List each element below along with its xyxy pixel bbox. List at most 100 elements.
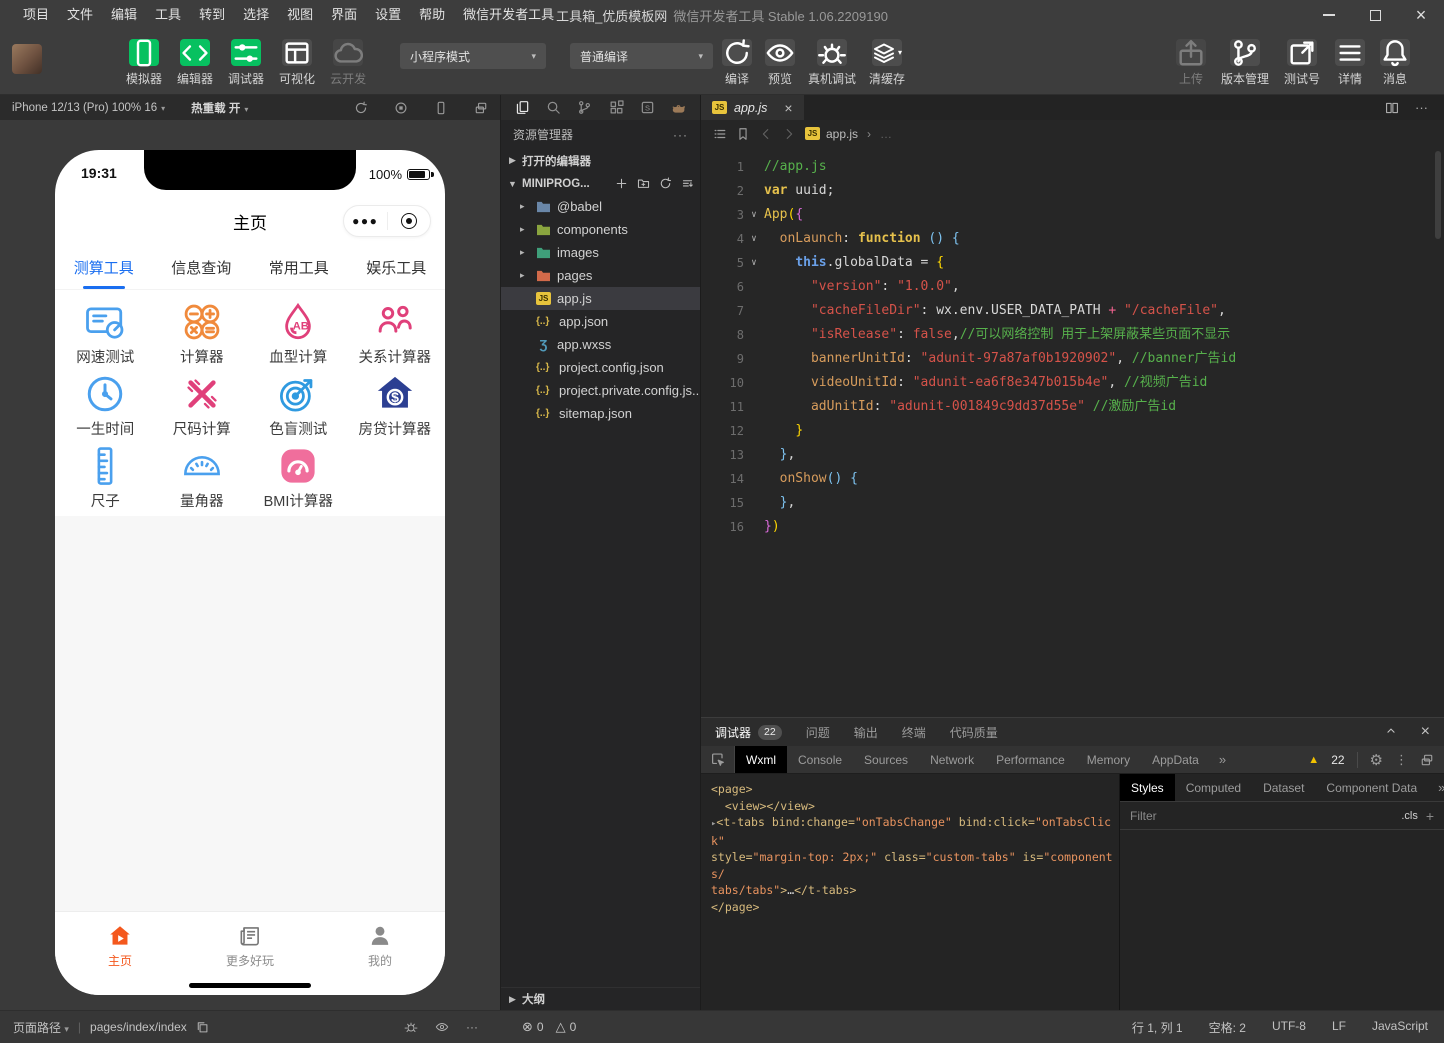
refresh-icon[interactable] <box>659 177 672 190</box>
open-editors-section[interactable]: ▶ 打开的编辑器 <box>501 149 700 172</box>
menu-item-5[interactable]: 选择 <box>234 0 278 30</box>
phone-icon[interactable] <box>434 101 448 115</box>
page-path-selector[interactable]: 页面路径 ▾ <box>13 1019 69 1036</box>
outline-list-icon[interactable] <box>713 127 727 141</box>
tool-item-ruler[interactable]: 尺子 <box>57 442 154 514</box>
collapse-panel-icon[interactable] <box>1385 725 1397 740</box>
eye-icon[interactable] <box>435 1020 449 1034</box>
tree-item-pages[interactable]: ▸pages <box>501 264 700 287</box>
close-button[interactable]: × <box>1398 0 1444 30</box>
bug-icon[interactable] <box>404 1020 418 1034</box>
editor-tab-appjs[interactable]: JS app.js × <box>701 95 804 120</box>
menu-item-6[interactable]: 视图 <box>278 0 322 30</box>
search-icon[interactable] <box>546 100 561 115</box>
toolbar-button-eye[interactable]: 预览 <box>765 39 795 87</box>
maximize-button[interactable] <box>1352 0 1398 30</box>
record-icon[interactable] <box>394 101 408 115</box>
tool-item-bmi[interactable]: BMI计算器 <box>250 442 347 514</box>
files-icon[interactable] <box>515 100 530 115</box>
tool-item-protractor[interactable]: 量角器 <box>154 442 251 514</box>
filter-input[interactable]: Filter <box>1130 809 1157 823</box>
teapot-icon[interactable] <box>671 100 686 115</box>
menu-item-10[interactable]: 微信开发者工具 <box>454 0 563 30</box>
tree-item-project.private.config.js...[interactable]: {..}project.private.config.js... <box>501 379 700 402</box>
plus-icon[interactable] <box>615 177 628 190</box>
tool-item-speed[interactable]: 网速测试 <box>57 298 154 370</box>
more-actions-icon[interactable]: ··· <box>673 128 688 142</box>
tool-item-relation[interactable]: 关系计算器 <box>347 298 444 370</box>
toolbar-button-layers[interactable]: ▾清缓存 <box>869 39 905 87</box>
hot-reload-toggle[interactable]: 热重载 开▾ <box>191 100 248 116</box>
status-more-icon[interactable]: ··· <box>466 1020 478 1034</box>
styles-tab-Styles[interactable]: Styles <box>1120 774 1175 801</box>
capsule-close-target[interactable] <box>388 213 431 229</box>
device-selector[interactable]: iPhone 12/13 (Pro) 100% 16▾ <box>12 102 165 114</box>
sbox-icon[interactable]: S <box>640 100 655 115</box>
kebab-menu-icon[interactable]: ⋮ <box>1395 752 1408 768</box>
copy-icon[interactable] <box>196 1021 209 1034</box>
navigate-back-icon[interactable] <box>759 127 773 141</box>
refresh-icon[interactable] <box>354 101 368 115</box>
menu-item-7[interactable]: 界面 <box>322 0 366 30</box>
more-dots-icon[interactable]: ●●● <box>344 214 387 228</box>
editor-scrollbar[interactable] <box>1435 151 1441 239</box>
branch-icon[interactable] <box>577 100 592 115</box>
fold-icon[interactable]: ∨ <box>744 251 764 275</box>
toolbar-button-bell[interactable]: 消息 <box>1380 39 1410 87</box>
undock-icon[interactable] <box>1420 753 1434 767</box>
toolbar-button-phone[interactable]: 模拟器 <box>126 39 162 87</box>
avatar[interactable] <box>12 44 42 74</box>
toolbar-button-sliders[interactable]: 调试器 <box>228 39 264 87</box>
status-item-0[interactable]: 行 1, 列 1 <box>1132 1019 1183 1036</box>
breadcrumb-more[interactable]: … <box>880 127 892 141</box>
tree-item-app.json[interactable]: {..}app.json <box>501 310 700 333</box>
tree-item-app.js[interactable]: JSapp.js <box>501 287 700 310</box>
tool-item-blood[interactable]: AB血型计算 <box>250 298 347 370</box>
devtools-tab-Console[interactable]: Console <box>787 746 853 773</box>
category-tab-2[interactable]: 常用工具 <box>250 246 348 289</box>
cascade-icon[interactable] <box>474 101 488 115</box>
devtools-tab-Wxml[interactable]: Wxml <box>735 746 787 773</box>
toolbar-button-layout[interactable]: 可视化 <box>279 39 315 87</box>
tree-item-components[interactable]: ▸components <box>501 218 700 241</box>
breadcrumb-file-label[interactable]: app.js <box>826 127 858 141</box>
tool-item-target[interactable]: 色盲测试 <box>250 370 347 442</box>
debugger-tab-调试器[interactable]: 调试器22 <box>715 724 782 741</box>
debugger-tab-输出[interactable]: 输出 <box>854 724 878 741</box>
tree-item-app.wxss[interactable]: Ʒapp.wxss <box>501 333 700 356</box>
menu-item-1[interactable]: 文件 <box>58 0 102 30</box>
wxml-tree-view[interactable]: <page> <view></view>▸<t-tabs bind:change… <box>701 774 1119 1010</box>
tool-item-clock[interactable]: 一生时间 <box>57 370 154 442</box>
tree-item-images[interactable]: ▸images <box>501 241 700 264</box>
project-section[interactable]: ▼ MINIPROG... <box>501 172 700 195</box>
toolbar-button-branch[interactable]: 版本管理 <box>1221 39 1269 87</box>
gear-icon[interactable]: ⚙ <box>1370 751 1383 769</box>
toolbar-button-code[interactable]: 编辑器 <box>177 39 213 87</box>
menu-item-2[interactable]: 编辑 <box>102 0 146 30</box>
minimize-button[interactable] <box>1306 0 1352 30</box>
editor-more-icon[interactable]: ··· <box>1415 100 1428 115</box>
ext-icon[interactable] <box>609 100 624 115</box>
bookmark-icon[interactable] <box>736 127 750 141</box>
add-style-icon[interactable]: + <box>1426 808 1434 824</box>
fold-icon[interactable]: ∨ <box>744 203 764 227</box>
status-item-4[interactable]: JavaScript <box>1372 1019 1428 1036</box>
tool-item-size[interactable]: 尺码计算 <box>154 370 251 442</box>
navigate-forward-icon[interactable] <box>782 127 796 141</box>
menu-item-9[interactable]: 帮助 <box>410 0 454 30</box>
devtools-tab-Sources[interactable]: Sources <box>853 746 919 773</box>
styles-tab-Computed[interactable]: Computed <box>1175 774 1252 801</box>
warning-icon[interactable]: ▲ <box>1308 754 1319 766</box>
compile-select[interactable]: 普通编译 ▾ <box>570 43 713 69</box>
devtools-tab-AppData[interactable]: AppData <box>1141 746 1210 773</box>
close-panel-icon[interactable]: × <box>1421 723 1430 741</box>
newfolder-icon[interactable] <box>637 177 650 190</box>
tabs-overflow-icon[interactable]: » <box>1210 746 1235 773</box>
tree-item-@babel[interactable]: ▸@babel <box>501 195 700 218</box>
tabbar-item-home[interactable]: 主页 <box>55 912 185 995</box>
debugger-tab-终端[interactable]: 终端 <box>902 724 926 741</box>
outline-section[interactable]: ▶ 大纲 <box>501 987 700 1010</box>
split-editor-icon[interactable] <box>1385 101 1399 115</box>
devtools-tab-Performance[interactable]: Performance <box>985 746 1076 773</box>
tool-item-calc[interactable]: 计算器 <box>154 298 251 370</box>
